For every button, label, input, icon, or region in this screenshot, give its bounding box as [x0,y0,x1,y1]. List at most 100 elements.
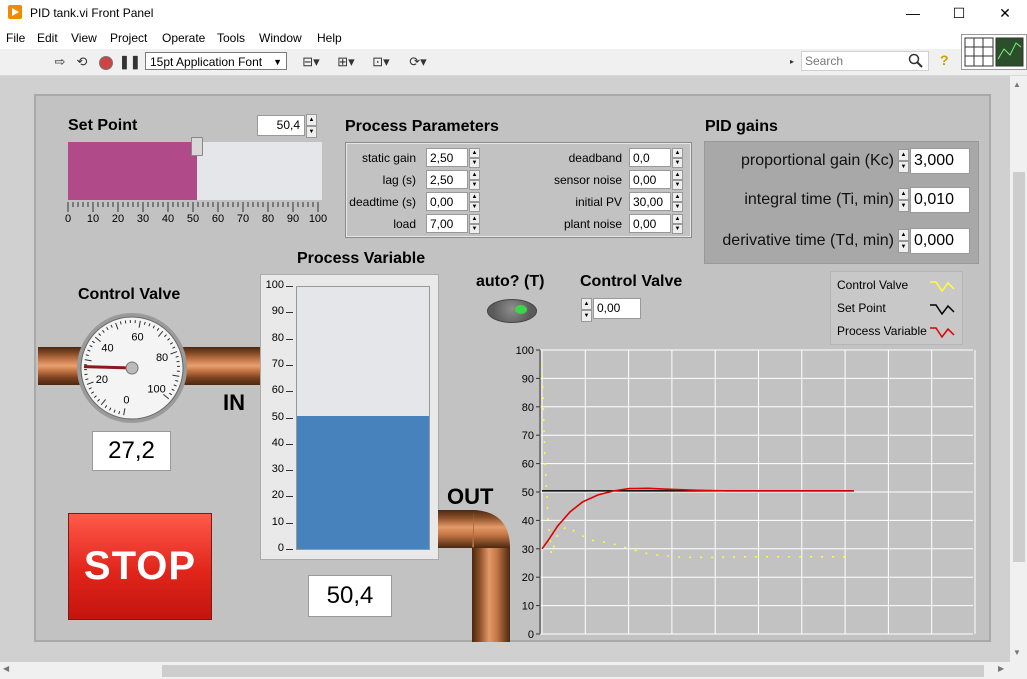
pid-input-1[interactable]: 0,010 [910,187,970,213]
set-point-tick-label: 10 [86,213,100,225]
pid-spinner-1[interactable]: ▲ ▼ [898,188,909,212]
search-icon[interactable] [908,53,924,69]
menu-operate[interactable]: Operate [162,31,205,45]
pp-input-3[interactable]: 7,00 [426,214,468,233]
gauge-hub [125,361,139,375]
set-point-slider-thumb[interactable] [190,137,203,156]
set-point-numeric[interactable]: 50,4 [257,115,305,136]
outlet-pipe [438,510,510,642]
control-valve-manual-label: Control Valve [580,273,683,290]
pp-spinner-r0[interactable]: ▲ ▼ [672,148,683,168]
close-button[interactable]: ✕ [982,0,1027,27]
pid-label-2: derivative time (Td, min) [722,232,894,249]
run-continuously-icon[interactable]: ⟲ [73,53,91,71]
legend-swatch [930,327,955,339]
minimize-button[interactable]: — [890,0,936,27]
set-point-spinner[interactable]: ▲ ▼ [306,114,317,138]
pid-gains-title: PID gains [705,118,778,135]
gauge-tick-label: 40 [101,342,113,354]
pp-spinner-3[interactable]: ▲ ▼ [469,214,480,234]
chart-y-tick-label: 80 [522,402,534,414]
tank-tick-label: 80 [271,331,284,344]
menu-tools[interactable]: Tools [217,31,245,45]
set-point-tick-label: 70 [236,213,250,225]
connector-pane-icon[interactable] [961,34,1027,70]
scroll-right-icon[interactable]: ▶ [998,664,1004,673]
tank-tick-mark [286,364,293,366]
gauge-tick-label: 100 [147,384,165,396]
control-valve-gauge-readout: 27,2 [92,431,171,471]
pid-input-2[interactable]: 0,000 [910,228,970,254]
control-valve-gauge: 0 20 40 60 80 100 [77,313,187,423]
scroll-down-icon[interactable]: ▼ [1013,648,1021,657]
pp-spinner-r2[interactable]: ▲ ▼ [672,192,683,212]
tank-tick-mark [286,496,293,498]
labview-app-icon [8,5,22,19]
pp-spinner-0[interactable]: ▲ ▼ [469,148,480,168]
gauge-needle [83,365,133,370]
pp-spinner-r1[interactable]: ▲ ▼ [672,170,683,190]
auto-toggle[interactable] [487,299,537,323]
menu-bar: File Edit View Project Operate Tools Win… [0,27,1027,49]
pp-spinner-1[interactable]: ▲ ▼ [469,170,480,190]
help-icon[interactable]: ? [940,52,949,68]
menu-window[interactable]: Window [259,31,302,45]
pp-input-r1[interactable]: 0,00 [629,170,671,189]
menu-project[interactable]: Project [110,31,147,45]
control-valve-manual-spinner[interactable]: ▲ ▼ [581,298,592,322]
tank-tick-label: 90 [271,305,284,318]
pp-input-0[interactable]: 2,50 [426,148,468,167]
menu-view[interactable]: View [71,31,97,45]
pid-input-0[interactable]: 3,000 [910,148,970,174]
pp-input-2[interactable]: 0,00 [426,192,468,211]
resize-objects-icon[interactable]: ⊡▾ [368,53,394,71]
tank-tick-mark [286,391,293,393]
set-point-slider-track[interactable] [196,142,322,200]
maximize-button[interactable]: ☐ [936,0,982,27]
toolbar-overflow-icon[interactable]: ▸ [788,53,796,71]
pp-input-1[interactable]: 2,50 [426,170,468,189]
reorder-icon[interactable]: ⟳▾ [405,53,431,71]
set-point-tick-label: 30 [136,213,150,225]
abort-icon[interactable] [97,53,115,71]
chart-y-tick-label: 20 [522,572,534,584]
font-select-value: 15pt Application Font [150,55,263,69]
pid-spinner-0[interactable]: ▲ ▼ [898,149,909,173]
run-arrow-icon[interactable]: ⇨ [51,53,69,71]
pause-icon[interactable]: ❚❚ [119,53,141,71]
tank-tick-label: 70 [271,357,284,370]
gauge-tick-label: 60 [131,331,143,343]
pp-label-r0: deadband [568,151,622,165]
pp-input-r2[interactable]: 30,00 [629,192,671,211]
font-select[interactable]: 15pt Application Font ▼ [145,52,287,70]
stop-button[interactable]: STOP [68,513,212,620]
scroll-up-icon[interactable]: ▲ [1013,80,1021,89]
pp-label-r3: plant noise [563,217,622,231]
tank-tick-mark [286,549,293,550]
gauge-tick-label: 20 [96,374,108,386]
pp-label-r2: initial PV [575,195,622,209]
align-objects-icon[interactable]: ⊟▾ [298,53,324,71]
chart-series-control-valve [541,364,854,559]
pid-spinner-2[interactable]: ▲ ▼ [898,229,909,253]
menu-edit[interactable]: Edit [37,31,58,45]
vertical-scrollbar-thumb[interactable] [1013,172,1025,562]
auto-indicator-led [515,305,527,314]
pp-spinner-r3[interactable]: ▲ ▼ [672,214,683,234]
pp-spinner-2[interactable]: ▲ ▼ [469,192,480,212]
pp-input-r0[interactable]: 0,0 [629,148,671,167]
pp-label-3: load [393,217,416,231]
menu-help[interactable]: Help [317,31,342,45]
tank-tick-mark [286,470,293,472]
menu-file[interactable]: File [6,31,25,45]
title-bar: PID tank.vi Front Panel — ☐ ✕ [0,0,1027,27]
chart-y-tick-label: 40 [522,515,534,527]
pid-chart: 1009080706050403020100 [516,345,976,641]
horizontal-scrollbar-thumb[interactable] [162,665,984,677]
pp-input-r3[interactable]: 0,00 [629,214,671,233]
control-valve-manual-input[interactable]: 0,00 [593,298,641,319]
window-title: PID tank.vi Front Panel [30,6,154,20]
distribute-objects-icon[interactable]: ⊞▾ [333,53,359,71]
pid-label-1: integral time (Ti, min) [744,191,894,208]
scroll-left-icon[interactable]: ◀ [3,664,9,673]
